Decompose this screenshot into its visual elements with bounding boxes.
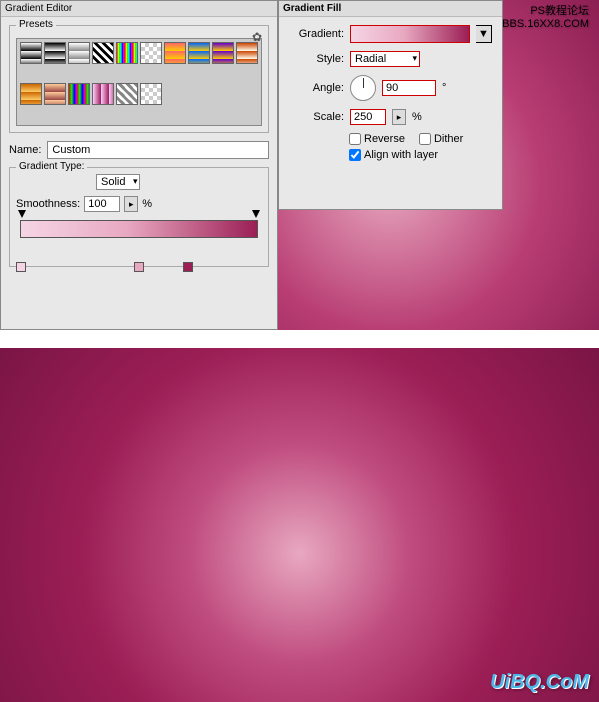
preset-swatch[interactable] (44, 42, 66, 64)
preset-swatch[interactable] (68, 83, 90, 105)
color-stop-2[interactable] (134, 262, 144, 272)
reverse-label: Reverse (364, 133, 405, 145)
gradient-editor-panel: Gradient Editor Presets ✿ Name: Gradient… (0, 0, 278, 330)
color-stop-1[interactable] (16, 262, 26, 272)
preset-swatch-grid (16, 38, 262, 126)
preset-swatch[interactable] (20, 42, 42, 64)
scale-input[interactable] (350, 109, 386, 125)
gradient-type-group: Gradient Type: Solid Smoothness: ▸ % (9, 167, 269, 267)
angle-label: Angle: (289, 82, 344, 94)
dither-checkbox[interactable]: Dither (419, 133, 463, 145)
gradient-type-label: Gradient Type: (16, 161, 87, 172)
color-stop-3[interactable] (183, 262, 193, 272)
angle-unit: ° (442, 82, 446, 94)
angle-dial[interactable] (350, 75, 376, 101)
gradient-bar-editor[interactable] (16, 220, 262, 260)
presets-label: Presets (16, 19, 56, 30)
scale-label: Scale: (289, 111, 344, 123)
gradient-dropdown-icon[interactable]: ▼ (476, 25, 492, 43)
preset-swatch[interactable] (116, 83, 138, 105)
scale-flyout-icon[interactable]: ▸ (392, 109, 406, 125)
preset-swatch[interactable] (140, 83, 162, 105)
preset-swatch[interactable] (188, 42, 210, 64)
opacity-stop-left[interactable] (18, 210, 26, 218)
align-checkbox[interactable]: Align with layer (349, 149, 438, 161)
preset-swatch[interactable] (212, 42, 234, 64)
gradient-preview[interactable] (350, 25, 470, 43)
watermark-forum-line2: BBS.16XX8.COM (502, 18, 589, 30)
gear-icon[interactable]: ✿ (252, 30, 262, 44)
preset-swatch[interactable] (92, 42, 114, 64)
style-select[interactable]: Radial (350, 51, 420, 67)
preset-swatch[interactable] (164, 42, 186, 64)
gradient-label: Gradient: (289, 28, 344, 40)
preset-swatch[interactable] (68, 42, 90, 64)
smoothness-input[interactable] (84, 196, 120, 212)
result-preview: UiBQ.CoM (0, 348, 599, 702)
preset-swatch[interactable] (116, 42, 138, 64)
watermark-forum-line1: PS教程论坛 (530, 5, 589, 17)
scale-unit: % (412, 111, 422, 123)
style-label: Style: (289, 53, 344, 65)
smoothness-flyout-icon[interactable]: ▸ (124, 196, 138, 212)
editor-title: Gradient Editor (1, 1, 277, 17)
watermark-uibq: UiBQ.CoM (490, 671, 589, 694)
watermark-forum: PS教程论坛 BBS.16XX8.COM (502, 5, 589, 31)
presets-group: Presets ✿ (9, 25, 269, 133)
opacity-stop-right[interactable] (252, 210, 260, 218)
preset-swatch[interactable] (92, 83, 114, 105)
preset-swatch[interactable] (44, 83, 66, 105)
gradient-type-select[interactable]: Solid (96, 174, 140, 190)
align-label: Align with layer (364, 149, 438, 161)
preset-swatch[interactable] (236, 42, 258, 64)
angle-input[interactable] (382, 80, 436, 96)
preset-swatch[interactable] (140, 42, 162, 64)
smoothness-label: Smoothness: (16, 198, 80, 210)
gradient-fill-panel: Gradient Fill Gradient: ▼ Style: Radial … (278, 0, 503, 210)
name-label: Name: (9, 144, 41, 156)
smoothness-unit: % (142, 198, 152, 210)
reverse-checkbox[interactable]: Reverse (349, 133, 405, 145)
gradient-bar[interactable] (20, 220, 258, 238)
preset-swatch[interactable] (20, 83, 42, 105)
name-input[interactable] (47, 141, 269, 159)
fill-title: Gradient Fill (279, 1, 502, 17)
dither-label: Dither (434, 133, 463, 145)
